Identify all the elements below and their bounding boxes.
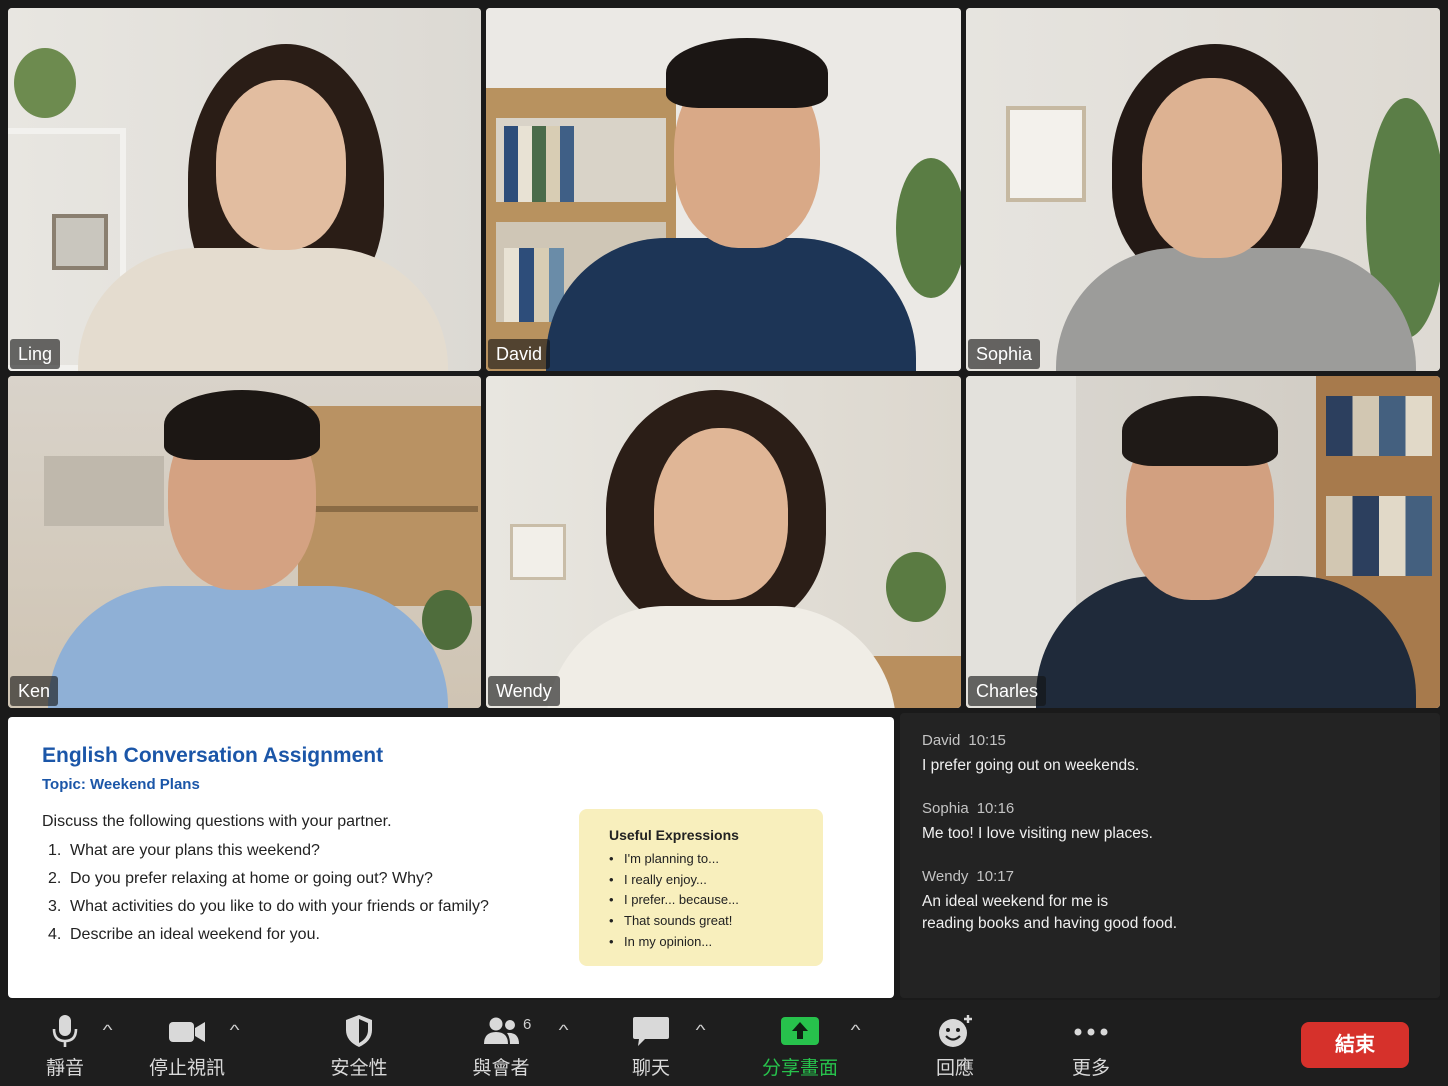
chat-text: Me too! I love visiting new places. xyxy=(922,825,1153,842)
chat-time: 10:15 xyxy=(968,732,1006,749)
participants-count-badge: 6 xyxy=(523,1016,532,1033)
shared-assignment-panel: English Conversation Assignment Topic: W… xyxy=(8,717,894,998)
question-item: 2. Do you prefer relaxing at home or goin… xyxy=(48,870,433,887)
participant-name-label: Sophia xyxy=(968,339,1041,369)
video-tile-david[interactable]: David xyxy=(486,8,961,371)
share-screen-label: 分享畫面 xyxy=(761,1058,838,1079)
meeting-toolbar: 靜音 ^ 停止視訊 ^ 安全性 與會者 6 ^ 聊天 ^ 分享畫面 ^ 回應 更… xyxy=(0,1000,1448,1086)
more-button[interactable]: 更多 xyxy=(1060,1000,1122,1086)
useful-expressions-list: I'm planning to... I really enjoy... I p… xyxy=(609,851,823,954)
assignment-intro: Discuss the following questions with you… xyxy=(42,813,392,830)
reactions-label: 回應 xyxy=(935,1058,974,1079)
participant-name-label: Wendy xyxy=(488,676,560,706)
participants-options-caret[interactable]: ^ xyxy=(559,1022,569,1039)
end-meeting-button[interactable]: 結束 xyxy=(1301,1022,1409,1068)
video-tile-ken[interactable]: Ken xyxy=(8,376,481,708)
mute-button[interactable]: 靜音 xyxy=(30,1000,100,1086)
stop-video-label: 停止視訊 xyxy=(148,1058,225,1079)
question-item: 3. What activities do you like to do with… xyxy=(48,898,489,915)
share-screen-button[interactable]: 分享畫面 xyxy=(752,1000,848,1086)
video-camera-icon xyxy=(169,1022,205,1042)
chat-message: David 10:15 I prefer going out on weekend… xyxy=(922,732,1139,777)
mute-label: 靜音 xyxy=(45,1058,84,1079)
chat-sender: Sophia xyxy=(922,800,969,817)
participant-name-label: Ken xyxy=(10,676,59,706)
share-screen-icon xyxy=(781,1017,819,1045)
question-item: 1. What are your plans this weekend? xyxy=(48,842,320,859)
chat-panel: David 10:15 I prefer going out on weekend… xyxy=(900,713,1440,998)
expression-item: I really enjoy... xyxy=(609,872,823,893)
chat-time: 10:16 xyxy=(976,800,1015,817)
expression-item: I'm planning to... xyxy=(609,851,823,872)
video-tile-sophia[interactable]: Sophia xyxy=(966,8,1440,371)
useful-expressions-box: Useful Expressions I'm planning to... I … xyxy=(579,809,823,966)
video-tile-charles[interactable]: Charles xyxy=(966,376,1440,708)
assignment-title: English Conversation Assignment xyxy=(42,744,384,767)
stop-video-button[interactable]: 停止視訊 xyxy=(140,1000,234,1086)
chat-button[interactable]: 聊天 xyxy=(620,1000,682,1086)
video-options-caret[interactable]: ^ xyxy=(230,1022,240,1039)
chat-sender: David xyxy=(922,732,961,749)
question-list: 1. What are your plans this weekend? 2. Do… xyxy=(48,842,489,954)
chat-options-caret[interactable]: ^ xyxy=(696,1022,706,1039)
expression-item: That sounds great! xyxy=(609,913,823,934)
expression-item: In my opinion... xyxy=(609,934,823,955)
assignment-topic: Topic: Weekend Plans xyxy=(42,776,200,793)
chat-message: Wendy 10:17 An ideal weekend for me is re… xyxy=(922,868,1177,935)
useful-expressions-title: Useful Expressions xyxy=(609,827,739,843)
expression-item: I prefer... because... xyxy=(609,892,823,913)
reactions-button[interactable]: 回應 xyxy=(924,1000,986,1086)
chat-bubble-icon xyxy=(633,1017,669,1046)
mute-options-caret[interactable]: ^ xyxy=(103,1022,113,1039)
chat-text: I prefer going out on weekends. xyxy=(922,757,1140,774)
security-button[interactable]: 安全性 xyxy=(320,1000,398,1086)
participant-name-label: David xyxy=(488,339,551,369)
chat-label: 聊天 xyxy=(631,1058,670,1079)
chat-message: Sophia 10:16 Me too! I love visiting new … xyxy=(922,800,1153,845)
chat-time: 10:17 xyxy=(976,868,1014,885)
share-options-caret[interactable]: ^ xyxy=(851,1022,861,1039)
security-label: 安全性 xyxy=(330,1058,388,1079)
microphone-icon xyxy=(52,1015,78,1047)
participants-label: 與會者 xyxy=(472,1058,530,1079)
more-label: 更多 xyxy=(1071,1058,1110,1079)
participants-button[interactable]: 與會者 xyxy=(462,1000,540,1086)
chat-text: An ideal weekend for me is xyxy=(922,893,1109,910)
participants-icon xyxy=(484,1017,519,1044)
chat-text: reading books and having good food. xyxy=(922,915,1178,932)
video-grid: Ling David Sophia Ken Wendy Charles xyxy=(8,8,1440,708)
emoji-reaction-icon xyxy=(939,1015,972,1047)
video-tile-ling[interactable]: Ling xyxy=(8,8,481,371)
shield-icon xyxy=(346,1015,372,1047)
more-dots-icon xyxy=(1074,1028,1108,1036)
video-tile-wendy[interactable]: Wendy xyxy=(486,376,961,708)
chat-sender: Wendy xyxy=(922,868,969,885)
participant-name-label: Charles xyxy=(968,676,1047,706)
question-item: 4. Describe an ideal weekend for you. xyxy=(48,926,320,943)
participant-name-label: Ling xyxy=(10,339,61,369)
